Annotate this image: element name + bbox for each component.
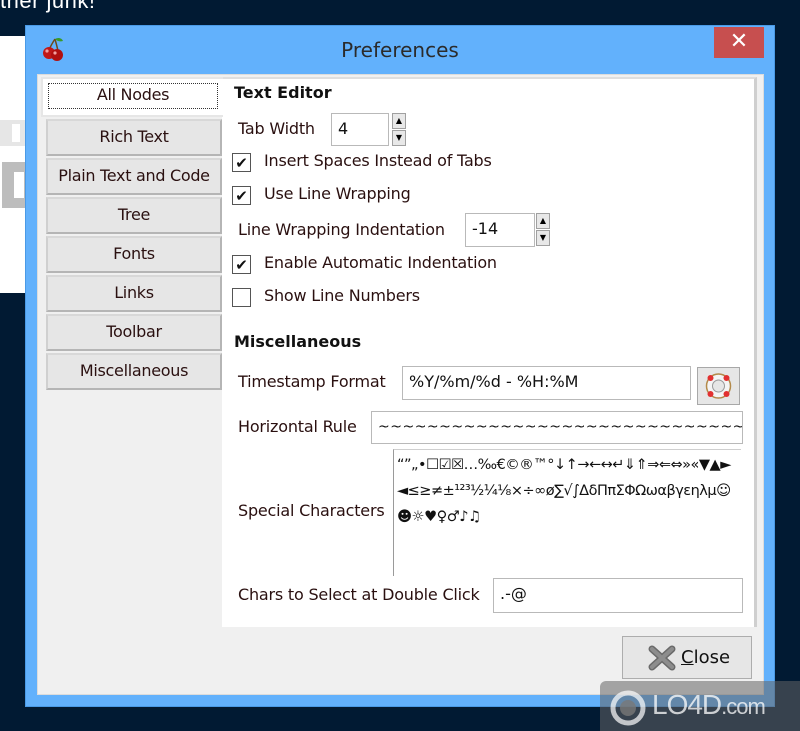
close-x-icon (648, 645, 676, 671)
tab-links[interactable]: Links (46, 275, 222, 312)
close-button[interactable]: Close (622, 636, 752, 679)
checkbox-label: Enable Automatic Indentation (264, 253, 497, 272)
watermark-suffix: .com (721, 694, 766, 719)
category-tab-list: All Nodes Rich Text Plain Text and Code … (41, 77, 223, 627)
tab-miscellaneous[interactable]: Miscellaneous (46, 353, 222, 390)
window-close-button[interactable]: ✕ (714, 27, 764, 58)
tab-plain-text-and-code[interactable]: Plain Text and Code (46, 158, 222, 195)
timestamp-format-label: Timestamp Format (238, 372, 386, 391)
checkbox-label: Show Line Numbers (264, 286, 420, 305)
wrap-indent-input[interactable]: -14 (465, 213, 535, 247)
tab-width-spinner: ▲ ▼ (392, 113, 406, 147)
checkbox-box[interactable] (232, 288, 251, 307)
section-heading-miscellaneous: Miscellaneous (234, 332, 362, 351)
close-label-rest: lose (693, 647, 731, 668)
tab-tree[interactable]: Tree (46, 197, 222, 234)
tab-all-nodes[interactable]: All Nodes (41, 77, 223, 117)
checkbox-label: Insert Spaces Instead of Tabs (264, 151, 492, 170)
double-click-chars-input[interactable]: .-@ (493, 578, 743, 613)
special-characters-textarea[interactable]: “”„•☐☑☒…‰€©®™°↓↑→←↔↵⇓⇑⇒⇐⇔»«▼▲►◄≤≥≠±¹²³½¼… (393, 449, 741, 576)
background-window-title: ther junk! (0, 0, 96, 13)
timestamp-format-input[interactable]: %Y/%m/%d - %H:%M (402, 366, 691, 400)
section-heading-text-editor: Text Editor (234, 83, 332, 102)
wrap-indent-spinner: ▲ ▼ (536, 213, 550, 247)
spinner-down-button[interactable]: ▼ (536, 230, 550, 246)
preferences-dialog: Preferences ✕ All Nodes Rich Text Plain … (25, 25, 775, 707)
lifebuoy-icon (705, 373, 732, 399)
watermark-text: LO4D.com (652, 689, 766, 721)
tab-rich-text[interactable]: Rich Text (46, 119, 222, 156)
horizontal-rule-label: Horizontal Rule (238, 417, 357, 436)
spinner-up-button[interactable]: ▲ (392, 113, 406, 129)
checkbox-box[interactable]: ✔ (232, 186, 251, 205)
timestamp-help-button[interactable] (697, 367, 740, 405)
double-click-chars-label: Chars to Select at Double Click (238, 585, 480, 604)
dialog-title: Preferences (341, 38, 459, 62)
lo4d-logo-icon (610, 690, 646, 726)
dialog-client-area: All Nodes Rich Text Plain Text and Code … (37, 74, 764, 695)
horizontal-rule-input[interactable]: ~~~~~~~~~~~~~~~~~~~~~~~~~~~~~~~~~~ (371, 411, 743, 444)
wrap-indent-label: Line Wrapping Indentation (238, 220, 445, 239)
close-button-label: Close (681, 647, 730, 668)
tab-width-label: Tab Width (238, 119, 315, 138)
tab-toolbar[interactable]: Toolbar (46, 314, 222, 351)
title-bar[interactable]: Preferences ✕ (26, 26, 774, 74)
watermark: LO4D.com (600, 681, 800, 731)
special-characters-label: Special Characters (238, 501, 385, 520)
settings-panel: Text Editor Tab Width 4 ▲ ▼ ✔ Insert Spa… (222, 77, 757, 627)
checkbox-box[interactable]: ✔ (232, 255, 251, 274)
watermark-brand: LO4D (652, 689, 722, 720)
spinner-down-button[interactable]: ▼ (392, 130, 406, 146)
spinner-up-button[interactable]: ▲ (536, 213, 550, 229)
checkbox-box[interactable]: ✔ (232, 153, 251, 172)
mnemonic-letter: C (681, 647, 694, 668)
tab-fonts[interactable]: Fonts (46, 236, 222, 273)
tab-width-input[interactable]: 4 (331, 113, 389, 146)
tab-label: All Nodes (48, 83, 218, 109)
checkbox-label: Use Line Wrapping (264, 184, 411, 203)
